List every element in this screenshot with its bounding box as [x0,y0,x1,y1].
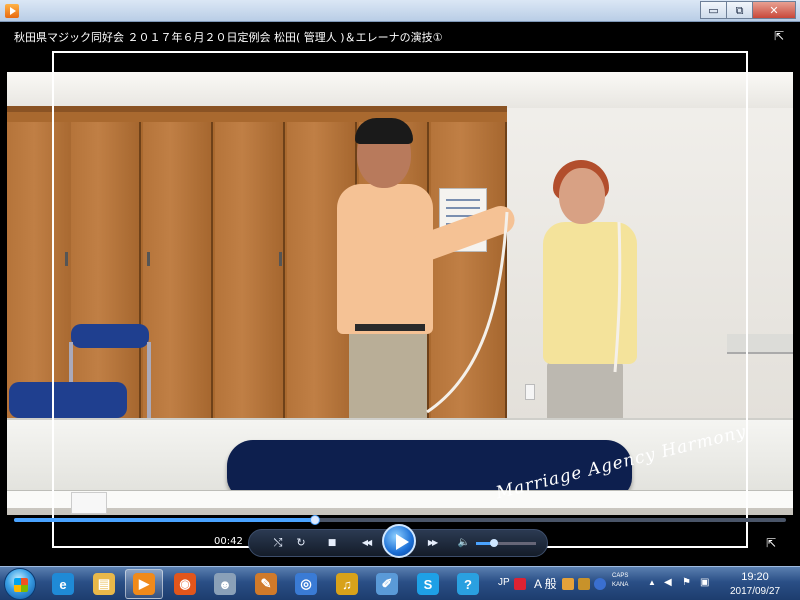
tray-kana: KANA [612,582,629,588]
fullscreen-icon[interactable]: ⇱ [772,29,786,43]
volume-slider[interactable] [476,539,536,547]
video-title: 秋田県マジック同好会 ２０１７年６月２０日定例会 松田( 管理人 )＆エレーナの… [14,31,443,44]
clock-time[interactable]: 19:20 [730,571,780,583]
play-icon [396,534,409,550]
taskbar-app-app-6[interactable]: ✎ [247,569,285,599]
network-icon[interactable]: ▣ [700,577,709,588]
elapsed-time: 00:42 [214,536,243,547]
flag-icon[interactable]: ⚑ [682,577,691,588]
media-player-icon: ▶ [133,573,155,595]
tray-box-icon[interactable] [578,578,590,590]
tray-caps: CAPS [612,573,629,579]
taskbar-app-app-7[interactable]: ◎ [287,569,325,599]
skype-icon: S [417,573,439,595]
taskbar-app-firefox[interactable]: ◉ [166,569,204,599]
taskbar-app-skype[interactable]: S [409,569,447,599]
switch-to-library-icon[interactable]: ⇱ [766,536,776,550]
volume-icon[interactable]: 🔈 [454,535,474,551]
app-7-icon: ◎ [295,573,317,595]
stop-icon[interactable]: ■ [322,535,342,551]
tray-ime-icon[interactable] [514,578,526,590]
restore-button[interactable]: ⧉ [726,1,753,19]
show-hidden-icons-icon[interactable]: ▲ [648,578,656,587]
speaker-icon[interactable]: ◀ [664,577,672,588]
player-controls: 00:42 ⤭ ↻ ■ ◀◀ ▶▶ 🔈 ⇱ [0,524,800,562]
window-controls: ▭ ⧉ ✕ [700,1,796,19]
taskbar-app-app-8[interactable]: ♫ [328,569,366,599]
taskbar-app-paint[interactable]: ✐ [368,569,406,599]
taskbar-app-ie[interactable]: e [44,569,82,599]
seek-bar[interactable] [14,515,786,525]
app-6-icon: ✎ [255,573,277,595]
taskbar-app-media-player[interactable]: ▶ [125,569,163,599]
seek-progress [14,518,316,522]
tray-language[interactable]: JP [498,577,510,588]
app-5-icon: ☻ [214,573,236,595]
app-8-icon: ♫ [336,573,358,595]
repeat-icon[interactable]: ↻ [291,535,311,551]
chat-icon: ? [457,573,479,595]
scene-box [71,492,107,514]
paint-icon: ✐ [376,573,398,595]
clock-date[interactable]: 2017/09/27 [722,586,788,597]
minimize-button[interactable]: ▭ [700,1,727,19]
next-icon[interactable]: ▶▶ [418,535,446,551]
shuffle-icon[interactable]: ⤭ [268,535,288,551]
previous-icon[interactable]: ◀◀ [352,535,380,551]
taskbar-app-chat[interactable]: ? [449,569,487,599]
taskbar-app-app-5[interactable]: ☻ [206,569,244,599]
windows-logo-icon [14,578,28,592]
ie-icon: e [52,573,74,595]
volume-handle[interactable] [490,539,498,547]
tray-ime-mode[interactable]: A 般 [534,575,557,592]
help-icon[interactable] [594,578,606,590]
tray-tool-icon[interactable] [562,578,574,590]
taskbar: e ▤ ▶ ◉ ☻ ✎ ◎ ♫ ✐ S? JP A 般 CAPS KANA ▲ ◀ ⚑ ▣ 19:… [0,566,800,600]
video-header: 秋田県マジック同好会 ２０１７年６月２０日定例会 松田( 管理人 )＆エレーナの… [0,22,800,50]
seek-handle[interactable] [310,515,321,525]
play-button[interactable] [382,524,416,558]
close-button[interactable]: ✕ [752,1,796,19]
media-player-app-icon [5,4,19,18]
window-titlebar[interactable]: ▭ ⧉ ✕ [0,0,800,22]
explorer-icon: ▤ [93,573,115,595]
start-button[interactable] [4,568,36,600]
firefox-icon: ◉ [174,573,196,595]
taskbar-app-explorer[interactable]: ▤ [85,569,123,599]
